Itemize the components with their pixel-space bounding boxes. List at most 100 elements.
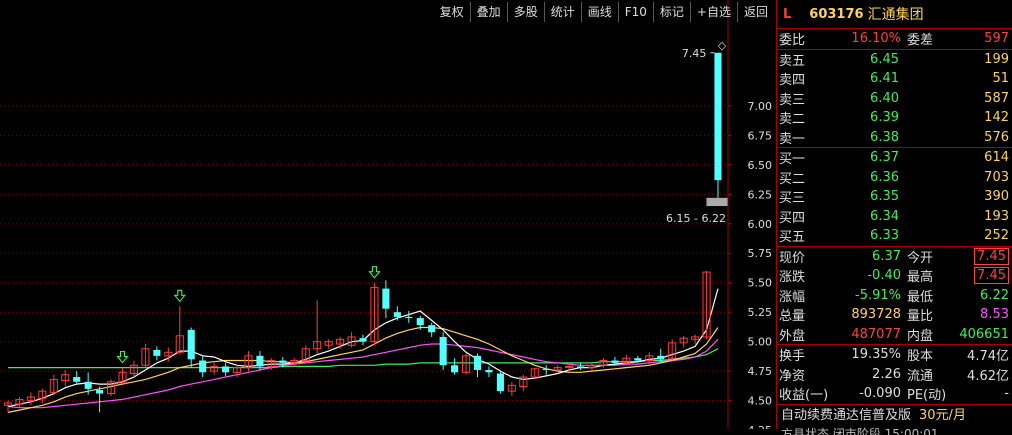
order-volume: 51 xyxy=(992,71,1009,87)
candle-body xyxy=(577,366,585,368)
order-price: 6.34 xyxy=(870,208,899,224)
order-label: 买三 xyxy=(779,191,806,207)
stat-row: 净资 2.26 流通 4.62亿 xyxy=(777,365,1012,385)
market-status: 方县状态 闭市阶段 15:00:01 xyxy=(781,426,939,435)
order-volume: 142 xyxy=(984,110,1009,126)
order-label: 卖二 xyxy=(779,112,806,128)
candle-body xyxy=(153,349,161,356)
order-volume: 390 xyxy=(984,189,1009,205)
stat-label: 流通 xyxy=(907,368,934,384)
order-label: 买四 xyxy=(779,210,806,226)
candle-body xyxy=(485,369,493,373)
y-tick-label: 6.75 xyxy=(748,129,773,142)
high-price: 7.45 xyxy=(974,267,1009,285)
candle-body xyxy=(439,336,447,366)
order-volume: 703 xyxy=(984,169,1009,185)
weicha-value: 597 xyxy=(984,31,1009,47)
back-button[interactable]: 返回 xyxy=(736,2,774,22)
order-price: 6.37 xyxy=(870,150,899,166)
statistics-button[interactable]: 统计 xyxy=(543,2,581,22)
add-watchlist-button[interactable]: +自选 xyxy=(689,2,737,22)
promo-price: 30元/月 xyxy=(919,407,966,423)
order-row[interactable]: 买四 6.34 193 xyxy=(777,207,1012,227)
stat-label: 总量 xyxy=(779,309,806,325)
mark-button[interactable]: 标记 xyxy=(652,2,690,22)
candlestick-chart[interactable]: 7.45 6.15 - 6.22 ◇ 7.00 6.75 6.50 6.25 6.00 5.7… xyxy=(0,0,776,429)
stat-row: 涨跌 -0.40 最高 7.45 xyxy=(777,266,1012,286)
stat-label: 涨跌 xyxy=(779,270,806,286)
restore-rights-button[interactable]: 复权 xyxy=(434,2,470,22)
order-volume: 199 xyxy=(984,51,1009,67)
stat-label: 净资 xyxy=(779,368,806,384)
price-axis: 7.00 6.75 6.50 6.25 6.00 5.75 5.50 5.25 5.00 4.75… xyxy=(727,0,773,429)
promo-banner[interactable]: 自动续费通达信普及版 30元/月 xyxy=(777,405,1012,427)
candle-body xyxy=(428,325,436,333)
arrow-down-icon xyxy=(116,351,129,364)
change-value: -0.40 xyxy=(867,268,901,284)
status-flag: L xyxy=(783,6,792,22)
stock-code[interactable]: 603176 xyxy=(809,7,863,22)
order-ratio-row: 委比 16.10% 委差 597 xyxy=(777,29,1012,50)
y-tick-label: 4.50 xyxy=(748,395,773,408)
order-row[interactable]: 卖四 6.41 51 xyxy=(777,69,1012,89)
stat-row: 收益(一) -0.090 PE(动) - xyxy=(777,384,1012,405)
candle-body xyxy=(416,318,424,326)
y-tick-label: 7.00 xyxy=(748,100,773,113)
stat-label: 最低 xyxy=(907,289,934,305)
candle-body xyxy=(359,338,367,342)
promo-text: 自动续费通达信普及版 xyxy=(781,407,912,423)
sell-orders: 卖五 6.45 199 卖四 6.41 51 卖三 6.40 587 卖二 6.39 142 卖… xyxy=(777,50,1012,148)
order-row[interactable]: 卖二 6.39 142 xyxy=(777,108,1012,128)
y-tick-label: 6.50 xyxy=(748,159,773,172)
high-price-label: 7.45 xyxy=(682,47,707,60)
change-percent: -5.91% xyxy=(855,287,901,303)
candle-body xyxy=(393,312,401,317)
draw-line-button[interactable]: 画线 xyxy=(580,2,618,22)
overlay-button[interactable]: 叠加 xyxy=(469,2,507,22)
order-row[interactable]: 买三 6.35 390 xyxy=(777,187,1012,207)
order-label: 买二 xyxy=(779,171,806,187)
annotations: 7.45 6.15 - 6.22 ◇ xyxy=(116,39,728,364)
order-row[interactable]: 买五 6.33 252 xyxy=(777,226,1012,247)
stat-label: 内盘 xyxy=(907,328,934,344)
weibi-value: 16.10% xyxy=(851,31,901,47)
stat-label: 股本 xyxy=(907,349,934,365)
order-row[interactable]: 买一 6.37 614 xyxy=(777,148,1012,168)
y-tick-label: 4.25 xyxy=(748,424,773,429)
order-row[interactable]: 卖五 6.45 199 xyxy=(777,50,1012,70)
order-label: 卖四 xyxy=(779,73,806,89)
stat-row: 外盘 487077 内盘 406651 xyxy=(777,325,1012,345)
candle-body xyxy=(496,373,504,392)
stock-name[interactable]: 汇通集团 xyxy=(868,4,924,24)
order-price: 6.36 xyxy=(870,169,899,185)
quote-panel: L 603176 汇通集团 委比 16.10% 委差 597 卖五 6.45 199… xyxy=(777,0,1012,435)
order-row[interactable]: 买二 6.36 703 xyxy=(777,168,1012,188)
f10-button[interactable]: F10 xyxy=(617,2,653,22)
open-price: 7.45 xyxy=(974,247,1009,265)
y-tick-label: 5.25 xyxy=(748,306,773,319)
candle-body xyxy=(405,316,413,319)
candle-body xyxy=(279,360,287,363)
price-range-band xyxy=(706,197,728,207)
order-label: 买一 xyxy=(779,152,806,168)
arrow-down-icon xyxy=(368,266,381,279)
candle-body xyxy=(84,381,92,389)
multi-stock-button[interactable]: 多股 xyxy=(506,2,544,22)
weicha-label: 委差 xyxy=(907,33,934,49)
order-price: 6.33 xyxy=(870,228,899,244)
order-row[interactable]: 卖三 6.40 587 xyxy=(777,89,1012,109)
range-label: 6.15 - 6.22 xyxy=(666,212,726,225)
pe-ratio: - xyxy=(1004,386,1009,402)
order-price: 6.35 xyxy=(870,189,899,205)
diamond-icon: ◇ xyxy=(718,39,727,52)
order-volume: 576 xyxy=(984,129,1009,145)
candle-body xyxy=(451,365,459,373)
chart-toolbar: 复权 叠加 多股 统计 画线 F10 标记 +自选 返回 xyxy=(434,2,774,22)
order-row[interactable]: 卖一 6.38 576 xyxy=(777,128,1012,148)
volume-ratio: 8.53 xyxy=(980,307,1009,323)
stat-label: 换手 xyxy=(779,349,806,365)
net-assets: 2.26 xyxy=(872,366,901,382)
arrow-down-icon xyxy=(173,289,186,303)
order-price: 6.39 xyxy=(870,110,899,126)
stat-row: 总量 893728 量比 8.53 xyxy=(777,305,1012,325)
